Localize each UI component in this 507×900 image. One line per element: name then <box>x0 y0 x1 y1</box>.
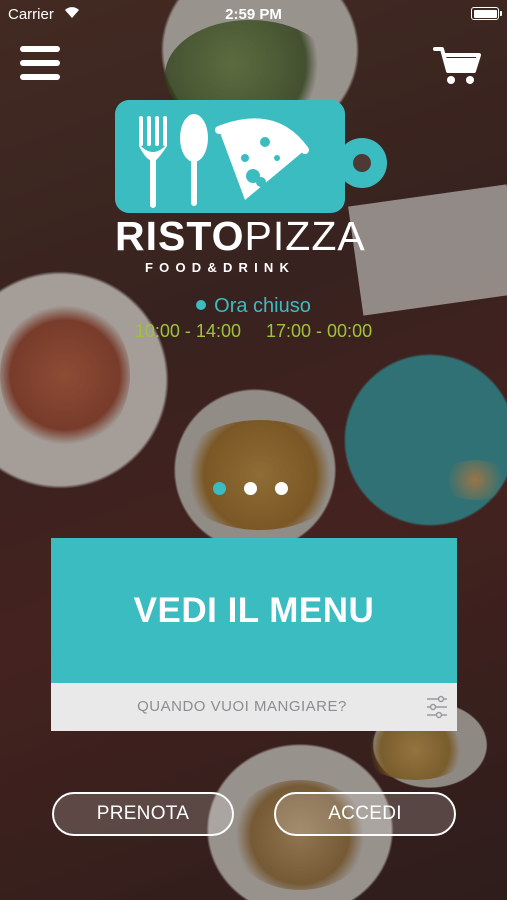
book-button[interactable]: PRENOTA <box>52 792 234 836</box>
page-dot-3[interactable] <box>275 482 288 495</box>
page-dot-1[interactable] <box>213 482 226 495</box>
opening-hours: 10:00 - 14:00 17:00 - 00:00 <box>0 321 507 342</box>
hamburger-menu-icon[interactable] <box>20 46 60 80</box>
status-dot-icon <box>196 299 207 310</box>
status-bar: Carrier 2:59 PM <box>0 0 507 28</box>
when-to-eat-selector[interactable]: QUANDO VUOI MANGIARE? <box>51 683 457 731</box>
pizza-slice-icon <box>215 118 309 200</box>
opening-status: Ora chiuso <box>0 295 507 318</box>
spoon-icon <box>180 114 208 206</box>
fork-icon <box>139 116 167 208</box>
hours-lunch: 10:00 - 14:00 <box>134 321 241 341</box>
hours-dinner: 17:00 - 00:00 <box>266 321 373 341</box>
logo-title: RISTOPIZZA <box>115 213 366 259</box>
page-dot-2[interactable] <box>244 482 257 495</box>
login-button[interactable]: ACCEDI <box>274 792 456 836</box>
battery-icon <box>471 7 502 20</box>
filter-sliders-icon[interactable] <box>425 693 449 721</box>
cart-icon[interactable] <box>433 44 481 86</box>
page-indicator <box>213 482 306 496</box>
opening-status-label: Ora chiuso <box>214 295 311 317</box>
restaurant-logo: RISTOPIZZA FOOD&DRINK <box>115 100 395 280</box>
clock: 2:59 PM <box>225 6 282 23</box>
view-menu-label: VEDI IL MENU <box>133 590 375 630</box>
when-to-eat-label: QUANDO VUOI MANGIARE? <box>137 698 347 715</box>
view-menu-button[interactable]: VEDI IL MENU <box>51 538 457 683</box>
logo-subtitle: FOOD&DRINK <box>145 260 296 275</box>
